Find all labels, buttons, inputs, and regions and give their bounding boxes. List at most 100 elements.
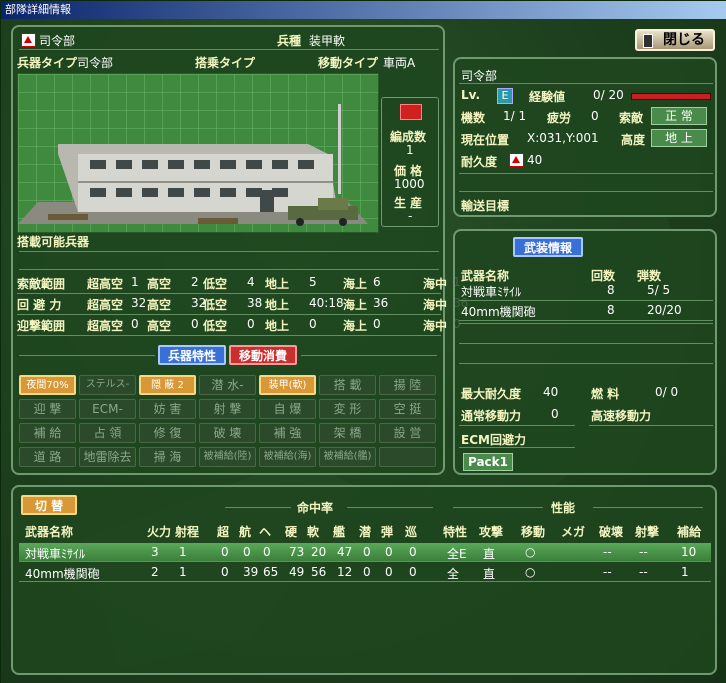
weapons-cell: 0 bbox=[409, 565, 417, 579]
weapons-table-panel: 切 替 命中率 性能 武器名称 火力 射程 超航ヘ硬軟艦潜弾巡 特性 攻撃 移動 メガ 破壊 射撃… bbox=[11, 485, 717, 675]
armament-cell: 40mm機関砲 bbox=[461, 305, 536, 319]
range-value: 36 bbox=[373, 296, 389, 310]
range-key: 地上 bbox=[265, 298, 290, 312]
unit-detail-window: 部隊詳細情報 閉じる 司令部 兵種 装甲軟 兵器タイプ 司令部 搭乗タイプ 移動… bbox=[0, 0, 726, 683]
armament-cell: 5/ 5 bbox=[647, 283, 671, 297]
trait-chip: 補 強 bbox=[259, 423, 316, 443]
weapons-cell: 12 bbox=[337, 565, 353, 579]
faction-flag-icon bbox=[21, 33, 36, 47]
range-value: 32 bbox=[131, 296, 147, 310]
move-type-value: 車両A bbox=[383, 56, 416, 70]
range-key: 高空 bbox=[147, 277, 172, 291]
tab-weapon-traits[interactable]: 兵器特性 bbox=[158, 345, 226, 365]
armament-panel: 武装情報 武器名称 回数 弾数 対戦車ﾐｻｲﾙ 8 5/ 5 40mm機関砲 8 20/2… bbox=[453, 229, 717, 475]
trait-chip: 夜間70% bbox=[19, 375, 76, 395]
weapons-cell: 0 bbox=[263, 545, 271, 559]
tab-move-cost[interactable]: 移動消費 bbox=[229, 345, 297, 365]
weapons-col-header: 硬 bbox=[285, 525, 298, 539]
trait-chip: 道 路 bbox=[19, 447, 76, 467]
trait-chip: ECM- bbox=[79, 399, 136, 419]
weapons-table-header: 武器名称 火力 射程 超航ヘ硬軟艦潜弾巡 特性 攻撃 移動 メガ 破壊 射撃 補給 bbox=[13, 523, 719, 541]
weapons-col-header: 射程 bbox=[175, 525, 200, 539]
trait-chip: 潜 水- bbox=[199, 375, 256, 395]
range-key: 高空 bbox=[147, 298, 172, 312]
trait-chip: 被補給(陸) bbox=[199, 447, 256, 467]
weapons-cell: 直 bbox=[483, 567, 496, 581]
fuel-value: 0/ 0 bbox=[655, 385, 679, 399]
range-key: 海上 bbox=[343, 319, 368, 333]
weapons-cell: -- bbox=[639, 545, 648, 559]
hit-rate-group-label: 命中率 bbox=[297, 501, 334, 515]
trait-chip: 修 復 bbox=[139, 423, 196, 443]
weapons-col-header: 破壊 bbox=[599, 525, 624, 539]
trait-chip: 補 給 bbox=[19, 423, 76, 443]
weapons-cell: 0 bbox=[363, 545, 371, 559]
weapons-cell: 10 bbox=[681, 545, 697, 559]
trait-chip: 妨 害 bbox=[139, 399, 196, 419]
weapons-cell: -- bbox=[603, 565, 612, 579]
range-value: 0 bbox=[373, 317, 381, 331]
weapons-cell: 65 bbox=[263, 565, 279, 579]
weapons-cell: 49 bbox=[289, 565, 305, 579]
weapons-cell: ○ bbox=[525, 545, 536, 559]
range-row-label: 迎撃範囲 bbox=[17, 319, 66, 333]
range-key: 低空 bbox=[203, 298, 228, 312]
durability-flag-icon bbox=[509, 153, 524, 167]
weapons-cell: 0 bbox=[385, 565, 393, 579]
range-key: 低空 bbox=[203, 319, 228, 333]
weapons-col-header: ヘ bbox=[259, 525, 272, 539]
armament-list: 対戦車ﾐｻｲﾙ 8 5/ 5 40mm機関砲 8 20/20 bbox=[459, 283, 713, 323]
range-value: 1 bbox=[131, 275, 139, 289]
armament-cell: 8 bbox=[607, 283, 615, 297]
armament-cell: 8 bbox=[607, 303, 615, 317]
weapons-cell: ○ bbox=[525, 565, 536, 579]
unit-image bbox=[17, 73, 379, 233]
exp-value: 0/ 20 bbox=[593, 88, 624, 102]
range-key: 超高空 bbox=[87, 319, 124, 333]
range-key: 低空 bbox=[203, 277, 228, 291]
range-value: 5 bbox=[309, 275, 317, 289]
weapons-col-header: 航 bbox=[239, 525, 252, 539]
trait-chip: 迎 撃 bbox=[19, 399, 76, 419]
weapons-cell: 1 bbox=[179, 565, 187, 579]
trait-chip: 搭 載 bbox=[319, 375, 376, 395]
units-value: 1/ 1 bbox=[503, 109, 527, 123]
morale-value: 正 常 bbox=[651, 107, 707, 125]
trait-chip: 揚 陸 bbox=[379, 375, 436, 395]
trait-chip: 空 挺 bbox=[379, 399, 436, 419]
tab-armament[interactable]: 武装情報 bbox=[513, 237, 583, 257]
range-value: 2 bbox=[191, 275, 199, 289]
switch-button[interactable]: 切 替 bbox=[21, 495, 77, 515]
exp-bar bbox=[631, 93, 711, 100]
range-key: 海中 bbox=[423, 277, 448, 291]
trait-chip: 隠 蔽 2 bbox=[139, 375, 196, 395]
range-key: 地上 bbox=[265, 277, 290, 291]
trait-chip: 射 撃 bbox=[199, 399, 256, 419]
weapons-col-header: 武器名称 bbox=[25, 525, 74, 539]
weapons-cell: 全 bbox=[447, 567, 460, 581]
trait-chip: ステルス- bbox=[79, 375, 136, 395]
weapons-col-header: 補給 bbox=[677, 525, 702, 539]
range-value: 4 bbox=[247, 275, 255, 289]
production-value: - bbox=[408, 209, 413, 223]
weapons-cell: 3 bbox=[151, 545, 159, 559]
position-value: X:031,Y:001 bbox=[527, 131, 599, 145]
status-unit-name: 司令部 bbox=[461, 69, 498, 83]
trait-chip: 設 営 bbox=[379, 423, 436, 443]
weapons-cell: 0 bbox=[221, 565, 229, 579]
trait-chip: 占 領 bbox=[79, 423, 136, 443]
close-button[interactable]: 閉じる bbox=[635, 29, 715, 51]
pack-button[interactable]: Pack1 bbox=[463, 453, 513, 471]
weapons-col-header: 移動 bbox=[521, 525, 546, 539]
range-value: 0 bbox=[191, 317, 199, 331]
weapons-col-header: 攻撃 bbox=[479, 525, 504, 539]
weapons-cell: 1 bbox=[681, 565, 689, 579]
trait-chip: 地雷除去 bbox=[79, 447, 136, 467]
range-key: 地上 bbox=[265, 319, 290, 333]
weapons-cell: 0 bbox=[385, 545, 393, 559]
range-value: 6 bbox=[373, 275, 381, 289]
weapons-col-header: 特性 bbox=[443, 525, 468, 539]
trait-chip: 破 壊 bbox=[199, 423, 256, 443]
weapons-cell: 40mm機関砲 bbox=[25, 567, 100, 581]
range-key: 超高空 bbox=[87, 277, 124, 291]
